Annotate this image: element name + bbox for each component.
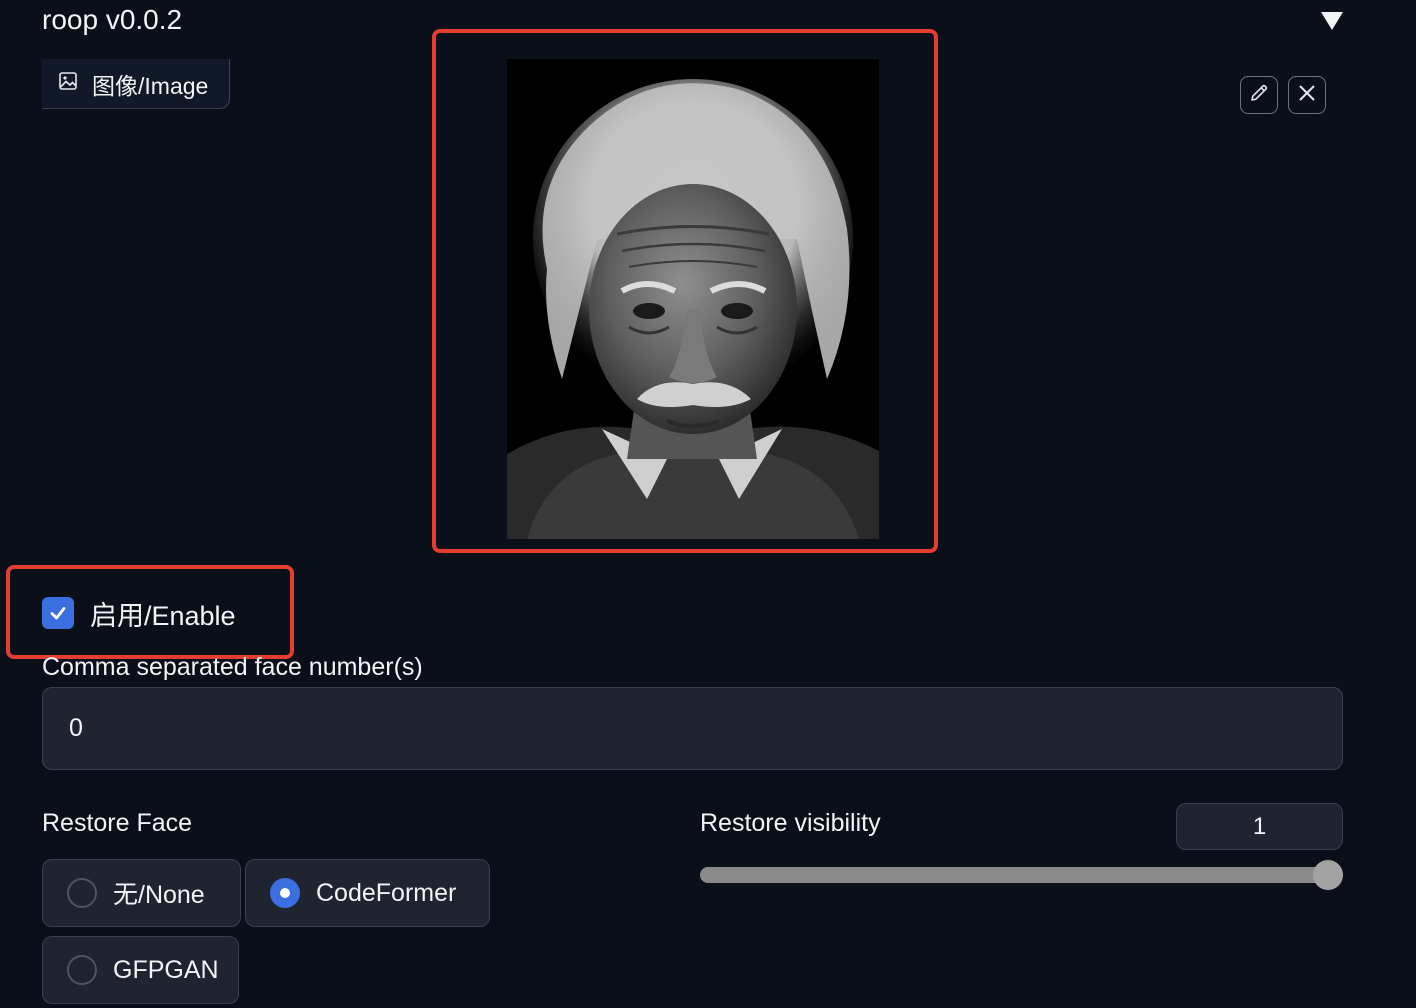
restore-option-label: CodeFormer — [316, 878, 457, 907]
enable-label: 启用/Enable — [90, 600, 236, 631]
image-tab-label: 图像/Image — [92, 72, 209, 99]
restore-face-label: Restore Face — [42, 809, 193, 837]
enable-checkbox[interactable] — [42, 597, 74, 629]
clear-image-button[interactable] — [1288, 76, 1326, 114]
restore-option-none[interactable]: 无/None — [42, 859, 241, 927]
edit-button[interactable] — [1240, 76, 1278, 114]
restore-visibility-label: Restore visibility — [700, 809, 881, 837]
image-icon — [58, 70, 78, 97]
checkmark-icon — [50, 607, 66, 620]
radio-codeformer[interactable] — [270, 878, 300, 908]
restore-option-codeformer[interactable]: CodeFormer — [245, 859, 490, 927]
restore-visibility-value[interactable]: 1 — [1176, 803, 1343, 850]
restore-option-label: 无/None — [113, 881, 205, 909]
radio-gfpgan[interactable] — [67, 955, 97, 985]
radio-none[interactable] — [67, 878, 97, 908]
pencil-icon — [1248, 82, 1270, 109]
slider-handle[interactable] — [1313, 860, 1343, 890]
close-icon — [1297, 83, 1317, 108]
image-highlight-box — [432, 29, 938, 553]
roop-panel: roop v0.0.2 图像/Image 启用/Enable Comma sep… — [0, 0, 1416, 1008]
image-tab[interactable]: 图像/Image — [42, 59, 230, 109]
face-numbers-label: Comma separated face number(s) — [42, 653, 423, 681]
collapse-triangle-icon[interactable] — [1318, 9, 1346, 33]
enable-checkbox-row[interactable]: 启用/Enable — [42, 596, 236, 631]
restore-visibility-slider[interactable] — [700, 860, 1343, 890]
panel-title: roop v0.0.2 — [42, 4, 183, 35]
face-numbers-input[interactable] — [42, 687, 1343, 770]
slider-fill — [700, 867, 1343, 883]
restore-option-label: GFPGAN — [113, 955, 219, 984]
restore-option-gfpgan[interactable]: GFPGAN — [42, 936, 239, 1004]
